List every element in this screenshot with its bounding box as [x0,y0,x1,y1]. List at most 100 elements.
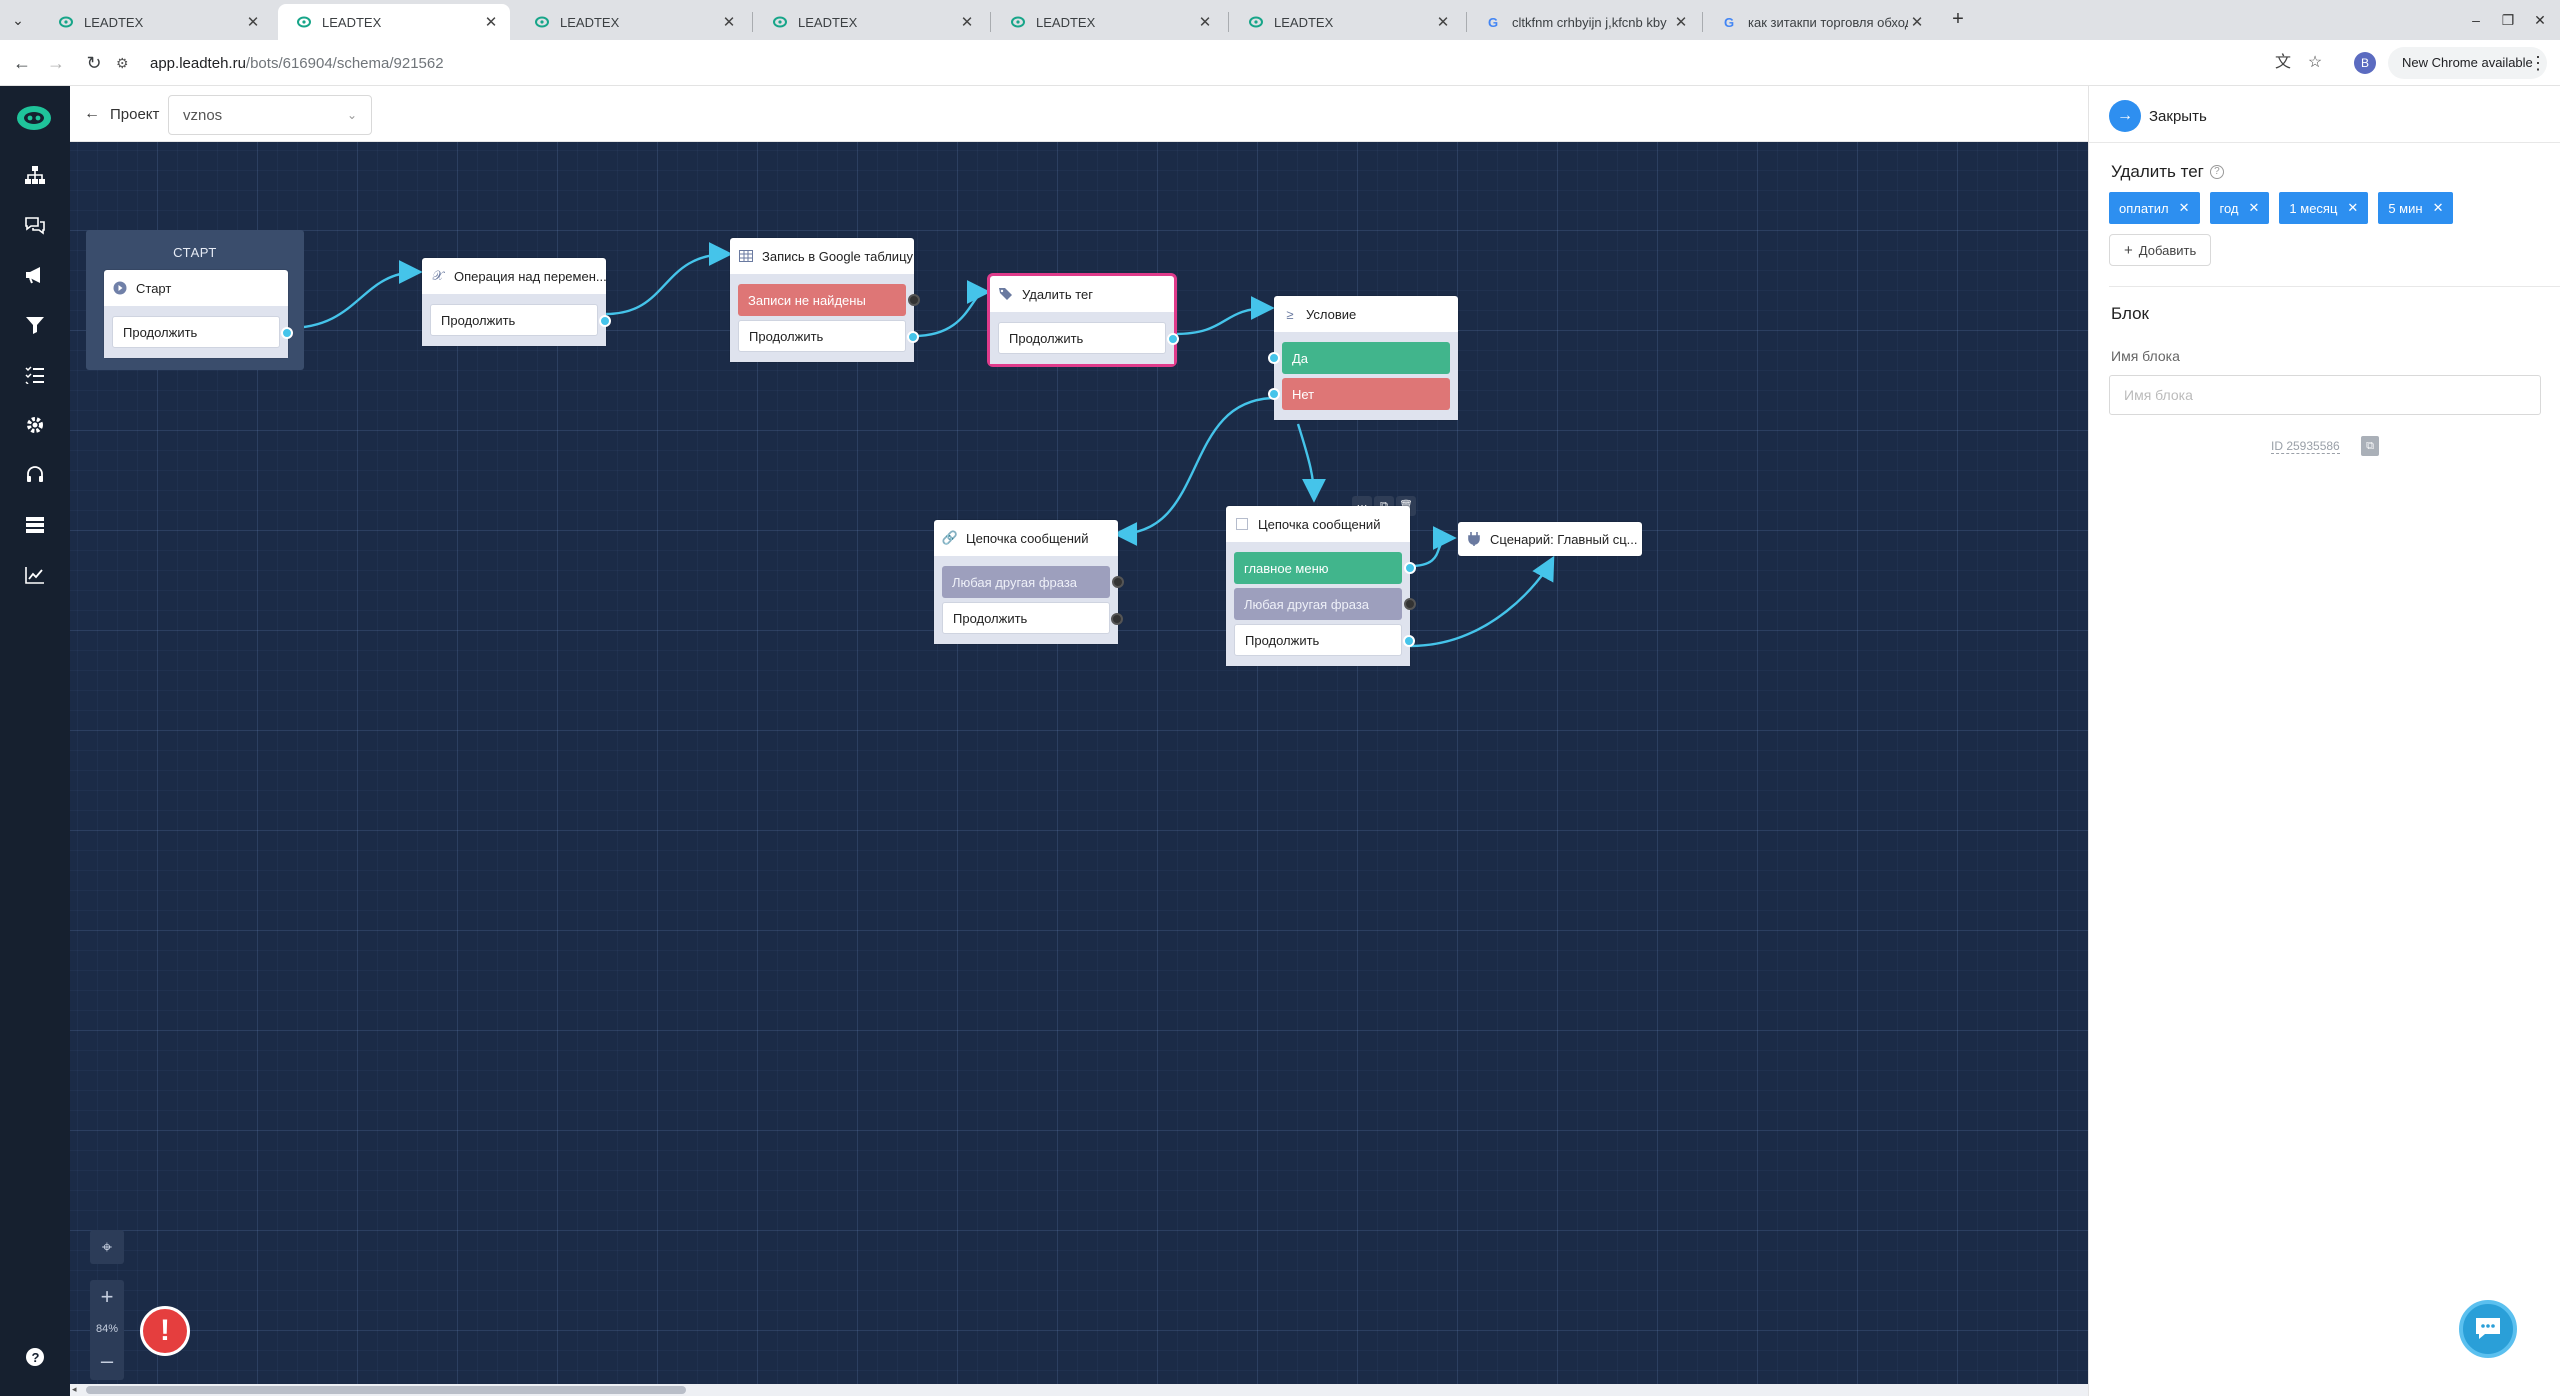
forward-arrow-icon[interactable]: → [44,51,68,75]
browser-tab-3[interactable]: LEADTEX ✕ [516,4,748,40]
node-start[interactable]: Старт Продолжить [104,270,293,358]
translate-icon[interactable]: 文 [2272,52,2294,74]
sitemap-icon[interactable] [22,162,48,188]
chat-bubbles-icon[interactable] [22,212,48,238]
node-header: Удалить тег [990,276,1174,312]
link-icon: 🔗 [941,530,959,545]
tab-close-icon[interactable]: ✕ [958,13,976,31]
zoom-in-button[interactable]: + [90,1280,124,1314]
variable-x-icon: 𝒳 [432,268,444,283]
continue-button[interactable]: Продолжить [430,304,611,336]
continue-button[interactable]: Продолжить [998,322,1179,354]
any-phrase-button[interactable]: Любая другая фраза [1234,588,1416,620]
scroll-left-arrow-icon[interactable]: ◂ [72,1384,77,1395]
node-message-chain-left[interactable]: 🔗 Цепочка сообщений Любая другая фраза П… [934,520,1124,644]
button-label: Продолжить [1245,632,1320,648]
restore-window-icon[interactable]: ❐ [2494,8,2522,32]
input-port[interactable] [1268,352,1280,364]
tab-close-icon[interactable]: ✕ [1908,13,1926,31]
remove-tag-icon[interactable]: ✕ [2347,200,2358,216]
center-view-icon[interactable]: ⌖ [90,1230,124,1264]
site-info-icon[interactable]: ⚙ [116,55,136,72]
continue-button[interactable]: Продолжить [942,602,1123,634]
node-condition[interactable]: ≥ Условие Да Нет [1268,296,1458,420]
tab-close-icon[interactable]: ✕ [1434,13,1452,31]
close-panel-button[interactable]: → Закрыть [2109,100,2207,132]
copy-id-icon[interactable]: ⧉ [2361,436,2379,456]
browser-menu-icon[interactable]: ⋮ [2526,51,2550,75]
remove-tag-icon[interactable]: ✕ [2249,200,2260,216]
scrollbar-thumb[interactable] [86,1386,686,1394]
error-alert-icon[interactable]: ! [140,1306,190,1356]
close-window-icon[interactable]: ✕ [2526,8,2554,32]
remove-tag-icon[interactable]: ✕ [2433,200,2444,216]
browser-tab-8[interactable]: G как зитакпи торговля обход ✕ [1704,4,1936,40]
scenario-select[interactable]: vznos ⌄ [168,95,372,135]
horizontal-scrollbar[interactable]: ◂ [70,1384,2088,1396]
browser-tab-7[interactable]: G cltkfnm crhbyijn j,kfcnb kby ✕ [1468,4,1700,40]
node-scenario[interactable]: Сценарий: Главный сц... [1458,522,1642,556]
browser-tab-5[interactable]: LEADTEX ✕ [992,4,1224,40]
node-operation[interactable]: 𝒳 Операция над перемен... Продолжить [422,258,611,346]
output-port[interactable] [1167,333,1179,345]
output-port[interactable] [281,327,293,339]
any-phrase-button[interactable]: Любая другая фраза [942,566,1124,598]
continue-button[interactable]: Продолжить [1234,624,1415,656]
output-port[interactable] [1404,598,1416,610]
browser-tab-6[interactable]: LEADTEX ✕ [1230,4,1462,40]
profile-avatar[interactable]: B [2354,52,2376,74]
megaphone-icon[interactable] [22,262,48,288]
block-name-input[interactable] [2109,375,2541,415]
tab-close-icon[interactable]: ✕ [1672,13,1690,31]
analytics-chart-icon[interactable] [22,562,48,588]
help-question-icon[interactable]: ? [22,1344,48,1370]
new-tab-button[interactable]: + [1946,8,1970,32]
output-port[interactable] [1404,562,1416,574]
output-port[interactable] [908,294,920,306]
output-port[interactable] [1111,613,1123,625]
database-list-icon[interactable] [22,512,48,538]
back-arrow-icon[interactable]: ← [10,51,34,75]
continue-button[interactable]: Продолжить [738,320,919,352]
reload-icon[interactable]: ↻ [82,51,106,75]
condition-yes-button[interactable]: Да [1268,342,1450,374]
remove-tag-icon[interactable]: ✕ [2179,200,2190,216]
support-headset-icon[interactable] [22,462,48,488]
bookmark-star-icon[interactable]: ☆ [2304,52,2326,74]
tab-close-icon[interactable]: ✕ [482,13,500,31]
browser-tab-2[interactable]: LEADTEX ✕ [278,4,510,40]
tab-close-icon[interactable]: ✕ [244,13,262,31]
add-tag-button[interactable]: + Добавить [2109,234,2212,266]
chrome-update-button[interactable]: New Chrome available [2388,47,2547,79]
tab-close-icon[interactable]: ✕ [1196,13,1214,31]
url-host: app.leadteh.ru [150,54,246,72]
node-message-chain-right[interactable]: Цепочка сообщений главное меню Любая дру… [1226,506,1416,666]
back-to-project-button[interactable]: ← Проект [84,100,159,128]
output-port[interactable] [1403,635,1415,647]
tab-close-icon[interactable]: ✕ [720,13,738,31]
not-found-button[interactable]: Записи не найдены [738,284,920,316]
zoom-out-button[interactable]: – [90,1344,124,1378]
browser-tab-4[interactable]: LEADTEX ✕ [754,4,986,40]
tab-search-chevron-icon[interactable]: ⌄ [8,10,28,30]
gear-icon[interactable] [22,412,48,438]
schema-canvas[interactable]: СТАРТ Старт Продолжить 𝒳 Операция над пе… [70,142,2088,1396]
input-port[interactable] [1268,388,1280,400]
address-bar[interactable]: ⚙ app.leadteh.ru/bots/616904/schema/9215… [116,46,2246,80]
node-google-sheet[interactable]: Запись в Google таблицу Записи не найден… [730,238,920,362]
node-title: Цепочка сообщений [1258,516,1381,532]
output-port[interactable] [599,315,611,327]
support-chat-button[interactable] [2459,1300,2517,1358]
task-list-icon[interactable] [22,362,48,388]
funnel-icon[interactable] [22,312,48,338]
output-port[interactable] [1112,576,1124,588]
help-question-icon[interactable]: ? [2209,165,2224,179]
node-delete-tag[interactable]: Удалить тег Продолжить [990,276,1179,364]
minimize-window-icon[interactable]: – [2462,8,2490,32]
output-port[interactable] [907,331,919,343]
leadtex-logo[interactable] [14,98,54,138]
browser-tab-1[interactable]: LEADTEX ✕ [40,4,272,40]
condition-no-button[interactable]: Нет [1268,378,1450,410]
continue-button[interactable]: Продолжить [112,316,293,348]
main-menu-button[interactable]: главное меню [1234,552,1416,584]
